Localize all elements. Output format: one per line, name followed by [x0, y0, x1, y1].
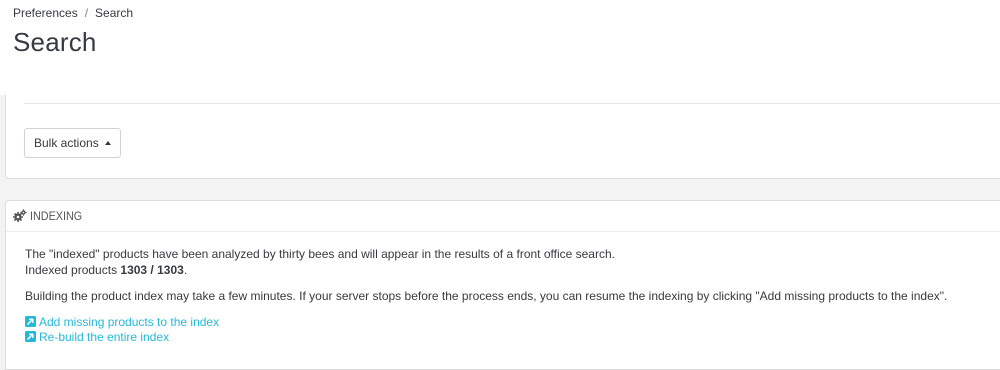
- indexing-panel-heading: INDEXING: [6, 201, 1000, 232]
- bulk-actions-label: Bulk actions: [34, 136, 99, 150]
- rebuild-index-row: Re-build the entire index: [25, 329, 1000, 344]
- breadcrumb: Preferences / Search: [13, 6, 133, 20]
- breadcrumb-separator: /: [84, 6, 89, 20]
- indexing-description: The "indexed" products have been analyze…: [25, 247, 615, 261]
- breadcrumb-item-preferences[interactable]: Preferences: [13, 6, 78, 20]
- indexing-panel-title: INDEXING: [30, 209, 83, 223]
- indexing-links: Add missing products to the index Re-bui…: [25, 314, 1000, 344]
- add-missing-products-link[interactable]: Add missing products to the index: [39, 314, 219, 330]
- indexing-panel: INDEXING The "indexed" products have bee…: [5, 200, 1000, 370]
- panel-divider: [24, 103, 1000, 104]
- caret-up-icon: [104, 141, 111, 145]
- indexing-panel-body: The "indexed" products have been analyze…: [25, 246, 1000, 344]
- page-title: Search: [13, 27, 97, 57]
- indexed-products-suffix: .: [183, 263, 188, 277]
- external-link-icon: [25, 331, 36, 342]
- indexed-products-label: Indexed products: [25, 263, 118, 277]
- bulk-actions-button[interactable]: Bulk actions: [24, 128, 121, 158]
- add-missing-products-row: Add missing products to the index: [25, 314, 1000, 329]
- indexed-products-line: Indexed products 1303 / 1303.: [25, 262, 1000, 278]
- page-header: Preferences / Search Search: [0, 0, 1000, 95]
- indexing-note: Building the product index may take a fe…: [25, 289, 948, 303]
- cogs-icon: [13, 209, 27, 222]
- list-panel: Bulk actions: [5, 95, 1000, 179]
- rebuild-index-link[interactable]: Re-build the entire index: [39, 329, 169, 345]
- breadcrumb-item-search: Search: [95, 6, 134, 20]
- external-link-icon: [25, 316, 36, 327]
- indexed-products-count: 1303 / 1303: [120, 263, 184, 277]
